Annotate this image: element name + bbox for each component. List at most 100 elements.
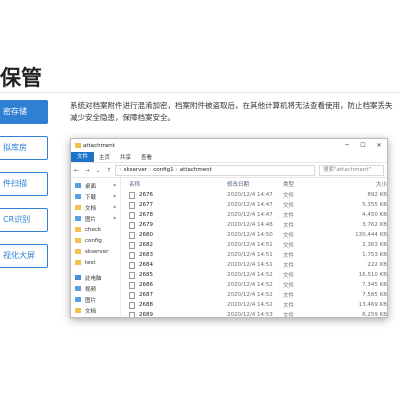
nav-item-label: 图片 — [85, 297, 97, 304]
search-input[interactable]: 搜索"attachment" — [319, 164, 384, 176]
maximize-icon[interactable]: ☐ — [355, 142, 371, 149]
up-arrow-icon[interactable]: ↑ — [106, 167, 111, 174]
table-row[interactable]: 2687 2020/12/4 14:52 文件 7,585 KB — [121, 290, 387, 300]
file-type: 文件 — [283, 243, 295, 249]
file-size: 130,444 KB — [355, 232, 387, 238]
folder-icon — [75, 143, 81, 148]
file-name-cell: 2678 — [121, 211, 227, 219]
table-row[interactable]: 2686 2020/12/4 14:52 文件 7,345 KB — [121, 280, 387, 290]
table-row[interactable]: 2677 2020/12/4 14:47 文件 5,355 KB — [121, 200, 387, 210]
minimize-icon[interactable]: ─ — [339, 142, 355, 149]
file-date: 2020/12/4 14:53 — [227, 312, 273, 318]
nav-item-this-pc[interactable]: 此电脑 — [71, 272, 120, 283]
nav-buttons: ← → ⌄ ↑ — [74, 167, 115, 174]
file-name-cell: 2682 — [121, 241, 227, 249]
nav-item-pictures[interactable]: 图片 ✦ — [71, 213, 120, 224]
pin-icon: ✦ — [112, 204, 117, 211]
file-type: 文件 — [283, 313, 295, 318]
file-name-cell: 2688 — [121, 301, 227, 309]
table-row[interactable]: 2683 2020/12/4 14:51 文件 1,753 KB — [121, 250, 387, 260]
file-name: 2679 — [139, 222, 153, 228]
table-row[interactable]: 2680 2020/12/4 14:50 文件 130,444 KB — [121, 230, 387, 240]
ribbon-tabs: 文件 主页 共享 查看 — [71, 152, 387, 163]
nav-item-pictures-pc[interactable]: 图片 — [71, 294, 120, 305]
nav-item-label: 此电脑 — [85, 275, 102, 282]
sidebar-item-dashboard[interactable]: 视化大屏 — [0, 244, 48, 268]
nav-item-config[interactable]: config — [71, 235, 120, 246]
nav-item-documents-pc[interactable]: 文档 — [71, 305, 120, 316]
nav-item-videos[interactable]: 视频 — [71, 283, 120, 294]
file-name-cell: 2683 — [121, 251, 227, 259]
file-name: 2683 — [139, 252, 153, 258]
nav-item-label: skserver — [85, 248, 109, 255]
pictures-icon — [75, 297, 81, 302]
nav-item-desktop[interactable]: 桌面 ✦ — [71, 180, 120, 191]
window-title: attachment — [83, 142, 115, 149]
description: 系统对档案附件进行混淆加密，档案附件被盗取后，在其他计算机将无法查看使用，防止档… — [70, 100, 400, 124]
sidebar-item-encrypted-storage[interactable]: 密存储 — [0, 100, 48, 124]
table-row[interactable]: 2689 2020/12/4 14:53 文件 6,259 KB — [121, 310, 387, 318]
nav-item-test[interactable]: test — [71, 257, 120, 268]
breadcrumb-attachment[interactable]: attachment — [180, 167, 212, 173]
column-header-type[interactable]: 类型 — [283, 180, 331, 188]
file-icon — [129, 261, 135, 269]
file-name: 2689 — [139, 312, 153, 318]
sidebar-item-virtual-warehouse[interactable]: 拟库房 — [0, 136, 48, 160]
table-row[interactable]: 2684 2020/12/4 14:51 文件 222 KB — [121, 260, 387, 270]
file-rows: 2676 2020/12/4 14:47 文件 892 KB 2677 2020/12/4… — [121, 190, 387, 318]
nav-item-downloads[interactable]: 下载 ✦ — [71, 191, 120, 202]
table-row[interactable]: 2676 2020/12/4 14:47 文件 892 KB — [121, 190, 387, 200]
file-type: 文件 — [283, 303, 295, 309]
table-row[interactable]: 2685 2020/12/4 14:52 文件 16,510 KB — [121, 270, 387, 280]
file-name: 2678 — [139, 212, 153, 218]
column-header-name[interactable]: 名称 — [121, 180, 227, 188]
file-icon — [129, 221, 135, 229]
nav-item-skserver[interactable]: skserver — [71, 246, 120, 257]
file-type: 文件 — [283, 293, 295, 299]
file-type: 文件 — [283, 223, 295, 229]
file-size: 3,762 KB — [362, 222, 387, 228]
table-row[interactable]: 2688 2020/12/4 14:52 文件 13,469 KB — [121, 300, 387, 310]
file-icon — [129, 291, 135, 299]
sidebar-item-file-scan[interactable]: 件扫描 — [0, 172, 48, 196]
tab-view[interactable]: 查看 — [136, 153, 157, 161]
column-header-size[interactable]: 大小 — [331, 180, 387, 188]
file-name-cell: 2686 — [121, 281, 227, 289]
desktop-icon — [75, 183, 81, 188]
chevron-down-icon[interactable]: ⌄ — [96, 167, 101, 174]
file-name-cell: 2684 — [121, 261, 227, 269]
nav-item-label: 桌面 — [85, 183, 97, 190]
file-date: 2020/12/4 14:47 — [227, 202, 273, 208]
title-divider — [0, 92, 400, 93]
table-row[interactable]: 2679 2020/12/4 14:48 文件 3,762 KB — [121, 220, 387, 230]
forward-arrow-icon[interactable]: → — [85, 167, 90, 174]
nav-item-check[interactable]: check — [71, 224, 120, 235]
file-icon — [129, 281, 135, 289]
file-size: 7,345 KB — [362, 282, 387, 288]
table-row[interactable]: 2682 2020/12/4 14:51 文件 2,363 KB — [121, 240, 387, 250]
file-name-cell: 2689 — [121, 311, 227, 318]
explorer-body: 桌面 ✦ 下载 ✦ 文档 ✦ 图片 ✦ check config skserve… — [71, 178, 387, 318]
close-icon[interactable]: ✕ — [371, 142, 387, 149]
breadcrumb-config1[interactable]: config1 — [153, 167, 173, 173]
table-row[interactable]: 2678 2020/12/4 14:47 文件 4,450 KB — [121, 210, 387, 220]
file-name: 2677 — [139, 202, 153, 208]
address-bar[interactable]: › skserver › config1 › attachment — [115, 164, 315, 176]
documents-icon — [75, 205, 81, 210]
file-type: 文件 — [283, 213, 295, 219]
file-type: 文件 — [283, 273, 295, 279]
tab-file[interactable]: 文件 — [71, 152, 95, 162]
tab-share[interactable]: 共享 — [115, 153, 136, 161]
file-list-header: 名称 修改日期 类型 大小 — [121, 178, 387, 190]
nav-item-label: config — [85, 237, 102, 244]
tab-home[interactable]: 主页 — [94, 153, 115, 161]
folder-icon — [75, 238, 81, 243]
back-arrow-icon[interactable]: ← — [74, 167, 79, 174]
column-header-date[interactable]: 修改日期 — [227, 180, 283, 188]
nav-item-label: 文档 — [85, 308, 97, 315]
nav-item-documents[interactable]: 文档 ✦ — [71, 202, 120, 213]
breadcrumb-skserver[interactable]: skserver — [124, 167, 147, 173]
file-date: 2020/12/4 14:51 — [227, 262, 273, 268]
file-name: 2676 — [139, 192, 153, 198]
sidebar-item-ocr[interactable]: CR识别 — [0, 208, 48, 232]
